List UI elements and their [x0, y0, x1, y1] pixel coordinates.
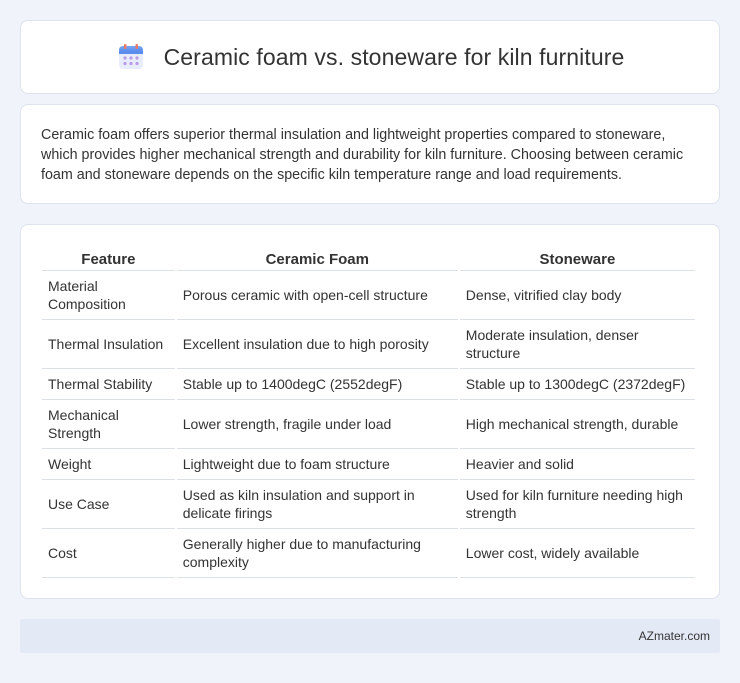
feature-cell: Material Composition: [42, 271, 175, 320]
table-row: Thermal Insulation Excellent insulation …: [42, 320, 695, 369]
title-wrap: Ceramic foam vs. stoneware for kiln furn…: [116, 42, 625, 72]
title-card: Ceramic foam vs. stoneware for kiln furn…: [20, 20, 720, 94]
feature-cell: Mechanical Strength: [42, 400, 175, 449]
calendar-icon: [118, 44, 143, 69]
table-row: Use Case Used as kiln insulation and sup…: [42, 480, 695, 529]
ceramic-foam-cell: Used as kiln insulation and support in d…: [176, 480, 458, 529]
feature-cell: Cost: [42, 529, 175, 578]
ceramic-foam-cell: Stable up to 1400degC (2552degF): [176, 369, 458, 400]
footer: AZmater.com: [20, 619, 720, 653]
page-title: Ceramic foam vs. stoneware for kiln furn…: [163, 43, 625, 70]
stoneware-cell: Lower cost, widely available: [459, 529, 695, 578]
ceramic-foam-cell: Lightweight due to foam structure: [176, 449, 458, 480]
comparison-table-card: Feature Ceramic Foam Stoneware Material …: [20, 224, 720, 599]
stoneware-cell: Stable up to 1300degC (2372degF): [459, 369, 695, 400]
table-row: Thermal Stability Stable up to 1400degC …: [42, 369, 695, 400]
ceramic-foam-cell: Porous ceramic with open-cell structure: [176, 271, 458, 320]
header-feature: Feature: [42, 245, 175, 271]
ceramic-foam-cell: Lower strength, fragile under load: [176, 400, 458, 449]
stoneware-cell: Dense, vitrified clay body: [459, 271, 695, 320]
footer-site-link[interactable]: AZmater.com: [639, 629, 710, 643]
stoneware-cell: Moderate insulation, denser structure: [459, 320, 695, 369]
table-row: Weight Lightweight due to foam structure…: [42, 449, 695, 480]
stoneware-cell: Heavier and solid: [459, 449, 695, 480]
table-row: Mechanical Strength Lower strength, frag…: [42, 400, 695, 449]
stoneware-cell: Used for kiln furniture needing high str…: [459, 480, 695, 529]
table-header-row: Feature Ceramic Foam Stoneware: [42, 245, 695, 271]
feature-cell: Weight: [42, 449, 175, 480]
table-row: Cost Generally higher due to manufacturi…: [42, 529, 695, 578]
header-ceramic-foam: Ceramic Foam: [176, 245, 458, 271]
intro-text: Ceramic foam offers superior thermal ins…: [41, 127, 684, 183]
header-stoneware: Stoneware: [459, 245, 695, 271]
intro-card: Ceramic foam offers superior thermal ins…: [20, 104, 720, 204]
stoneware-cell: High mechanical strength, durable: [459, 400, 695, 449]
ceramic-foam-cell: Generally higher due to manufacturing co…: [176, 529, 458, 578]
feature-cell: Use Case: [42, 480, 175, 529]
feature-cell: Thermal Insulation: [42, 320, 175, 369]
table-row: Material Composition Porous ceramic with…: [42, 271, 695, 320]
feature-cell: Thermal Stability: [42, 369, 175, 400]
ceramic-foam-cell: Excellent insulation due to high porosit…: [176, 320, 458, 369]
comparison-table: Feature Ceramic Foam Stoneware Material …: [40, 245, 697, 578]
